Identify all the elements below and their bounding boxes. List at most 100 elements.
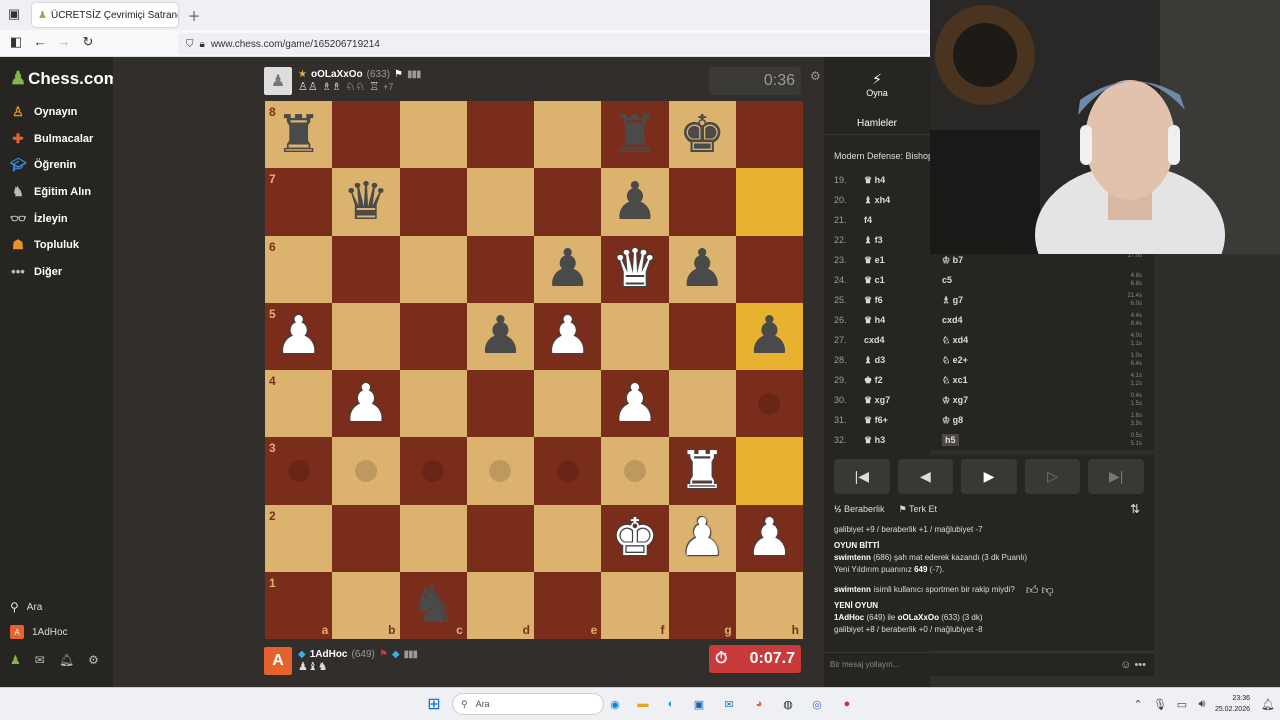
white-move[interactable]: cxd4 — [864, 335, 942, 345]
square-g8[interactable]: ♚ — [668, 101, 736, 169]
square-e8[interactable] — [534, 101, 602, 169]
square-e2[interactable] — [534, 504, 602, 572]
sidebar-user[interactable]: A 1AdHoc — [10, 625, 68, 639]
top-player-name[interactable]: oOLaXxOo — [311, 69, 363, 80]
notification-icon[interactable]: 🔔︎ — [1258, 694, 1278, 714]
sidebar-item-coach[interactable]: ♞ Eğitim Alın — [10, 184, 91, 200]
square-g5[interactable] — [668, 302, 736, 370]
white-move[interactable]: ♛ f6+ — [864, 415, 942, 426]
square-h3[interactable] — [735, 437, 803, 505]
play-button[interactable]: ▶ — [961, 459, 1017, 494]
next-move-button[interactable]: ▷ — [1024, 459, 1081, 494]
windows-start-icon[interactable]: ⊞ — [424, 694, 444, 714]
square-g4[interactable] — [668, 370, 736, 438]
square-g6[interactable]: ♟ — [668, 235, 736, 303]
white-pawn-piece[interactable]: ♟ — [343, 378, 390, 430]
tab-play[interactable]: ⚡︎ Oyna — [824, 57, 930, 109]
black-move[interactable]: ♔ g8 — [942, 415, 1052, 426]
browser-tab[interactable]: ♟ ÜCRETSİZ Çevrimiçi Satranç ✕ — [32, 3, 178, 27]
square-b2[interactable] — [332, 504, 400, 572]
square-d1[interactable]: d — [466, 571, 534, 639]
square-c7[interactable] — [399, 168, 467, 236]
square-b7[interactable]: ♛ — [332, 168, 400, 236]
black-pawn-piece[interactable]: ♟ — [746, 310, 793, 362]
black-move[interactable]: ♗ g7 — [942, 295, 1052, 306]
sidebar-item-learn[interactable]: 🎓︎ Öğrenin — [10, 157, 76, 173]
square-d3[interactable] — [466, 437, 534, 505]
draw-button[interactable]: ½ Beraberlik — [834, 504, 885, 514]
black-pawn-piece[interactable]: ♟ — [544, 243, 591, 295]
file-explorer-icon[interactable]: ▬ — [633, 694, 653, 714]
bell-icon[interactable]: 🔔︎ — [59, 653, 74, 667]
mail-icon[interactable]: ✉ — [35, 653, 45, 667]
square-f3[interactable] — [601, 437, 669, 505]
legal-move-dot[interactable] — [354, 459, 377, 482]
square-e1[interactable]: e — [534, 571, 602, 639]
bottom-player-avatar[interactable]: A — [264, 647, 292, 675]
copilot-icon[interactable]: ◉ — [605, 694, 625, 714]
square-a3[interactable]: 3 — [265, 437, 333, 505]
square-c5[interactable] — [399, 302, 467, 370]
bottom-player-name[interactable]: 1AdHoc — [310, 649, 348, 660]
black-move[interactable]: ♔ b7 — [942, 255, 1052, 266]
sidebar-toggle-icon[interactable]: ◧ — [6, 34, 26, 50]
black-move[interactable]: c5 — [942, 275, 1052, 285]
forward-icon[interactable]: → — [54, 34, 74, 49]
legal-move-dot[interactable] — [758, 392, 781, 415]
square-b3[interactable] — [332, 437, 400, 505]
black-move[interactable]: h5 — [942, 434, 959, 446]
square-g2[interactable]: ♟ — [668, 504, 736, 572]
taskbar-search[interactable]: ⚲ Ara — [452, 693, 604, 715]
sidebar-item-watch[interactable]: 👓︎ İzleyin — [10, 211, 68, 227]
tab-overview-icon[interactable]: ▣ — [4, 6, 24, 22]
white-king-piece[interactable]: ♚ — [612, 512, 659, 564]
black-queen-piece[interactable]: ♛ — [343, 176, 390, 228]
black-pawn-piece[interactable]: ♟ — [612, 176, 659, 228]
square-a2[interactable]: 2 — [265, 504, 333, 572]
square-a6[interactable]: 6 — [265, 235, 333, 303]
square-b5[interactable] — [332, 302, 400, 370]
resign-button[interactable]: ⚑ Terk Et — [899, 504, 937, 515]
white-pawn-piece[interactable]: ♟ — [275, 310, 322, 362]
white-queen-piece[interactable]: ♛ — [612, 243, 659, 295]
square-h7[interactable] — [735, 168, 803, 236]
white-move[interactable]: ♛ f6 — [864, 295, 942, 306]
square-h8[interactable] — [735, 101, 803, 169]
volume-icon[interactable]: 🔊︎ — [1192, 694, 1212, 714]
tray-chevron-icon[interactable]: ⌃ — [1128, 694, 1148, 714]
thumbs-up-icon[interactable]: 👍︎ — [1026, 584, 1039, 596]
square-b8[interactable] — [332, 101, 400, 169]
square-a4[interactable]: 4 — [265, 370, 333, 438]
square-h1[interactable]: h — [735, 571, 803, 639]
black-move[interactable]: ♔ xg7 — [942, 395, 1052, 406]
white-pawn-piece[interactable]: ♟ — [544, 310, 591, 362]
square-a1[interactable]: 1a — [265, 571, 333, 639]
edge-icon[interactable]: ◐ — [661, 694, 681, 714]
sidebar-item-more[interactable]: ••• Diğer — [10, 264, 62, 279]
firefox-icon[interactable]: ◕ — [749, 694, 769, 714]
square-e7[interactable] — [534, 168, 602, 236]
black-move[interactable]: cxd4 — [942, 315, 1052, 325]
square-f5[interactable] — [601, 302, 669, 370]
square-c3[interactable] — [399, 437, 467, 505]
square-d6[interactable] — [466, 235, 534, 303]
square-c1[interactable]: c ♞ — [399, 571, 467, 639]
sidebar-item-puzzles[interactable]: ✚ Bulmacalar — [10, 131, 94, 147]
square-a8[interactable]: 8 ♜ — [265, 101, 333, 169]
friends-icon[interactable]: ♟ — [10, 653, 21, 667]
black-rook-piece[interactable]: ♜ — [275, 109, 322, 161]
square-f8[interactable]: ♜ — [601, 101, 669, 169]
microphone-icon[interactable]: 🎙︎ — [1150, 694, 1170, 714]
black-pawn-piece[interactable]: ♟ — [477, 310, 524, 362]
square-f6[interactable]: ♛ — [601, 235, 669, 303]
legal-move-dot[interactable] — [422, 459, 445, 482]
store-icon[interactable]: ▣ — [689, 694, 709, 714]
new-tab-icon[interactable]: ＋ — [184, 6, 204, 25]
square-h6[interactable] — [735, 235, 803, 303]
square-f7[interactable]: ♟ — [601, 168, 669, 236]
black-move[interactable]: ♘ xd4 — [942, 335, 1052, 346]
square-f1[interactable]: f — [601, 571, 669, 639]
square-c8[interactable] — [399, 101, 467, 169]
network-icon[interactable]: ▭ — [1172, 694, 1192, 714]
prev-move-button[interactable]: ◀ — [897, 459, 954, 494]
